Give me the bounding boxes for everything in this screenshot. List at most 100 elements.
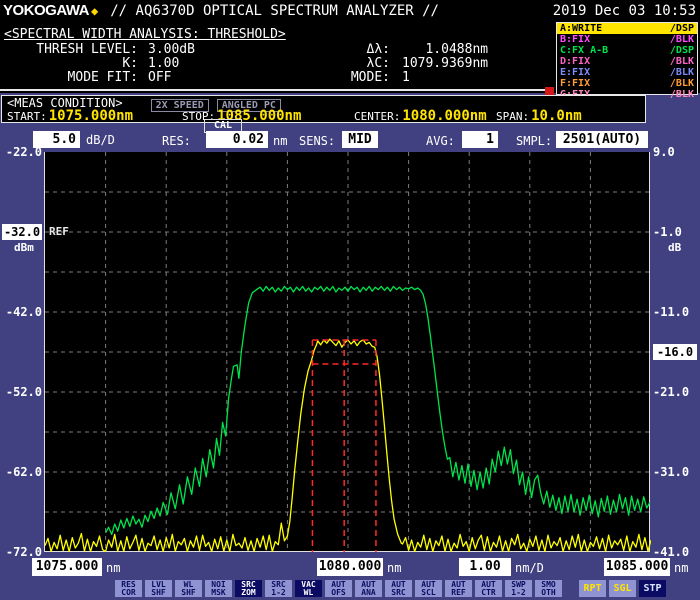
legend-mode-label: /BLK bbox=[670, 67, 694, 78]
spectrum-plot bbox=[44, 152, 650, 552]
legend-trace-label: F:FIX bbox=[560, 78, 590, 89]
analysis-row: MODE FIT:OFFMODE:1 bbox=[4, 71, 554, 84]
softkey-res-cor[interactable]: RESCOR bbox=[115, 580, 142, 597]
legend-item-c: C:FX A-B/DSP bbox=[557, 45, 697, 56]
center-wavelength: CENTER: 1080.000nm bbox=[354, 108, 487, 122]
y-axis-left-label: -32.0 bbox=[2, 224, 42, 240]
analysis-value: 1079.9369nm bbox=[390, 57, 488, 70]
legend-mode-label: /DSP bbox=[670, 23, 694, 34]
softkey-lvl-shf[interactable]: LVLSHF bbox=[145, 580, 172, 597]
span-label: SPAN: bbox=[496, 110, 529, 123]
yokogawa-diamond-icon: ◆ bbox=[91, 4, 98, 18]
legend-mode-label: /BLK bbox=[670, 56, 694, 67]
analysis-header: <SPECTRAL WIDTH ANALYSIS: THRESHOLD> bbox=[4, 27, 286, 42]
analysis-label: MODE FIT: bbox=[4, 71, 138, 84]
softkey-line2: SCL bbox=[421, 589, 435, 597]
scale-start-unit: nm bbox=[106, 561, 120, 575]
separator-line bbox=[0, 89, 545, 91]
y-axis-right-unit: dB bbox=[668, 242, 681, 254]
sweep-key-sgl[interactable]: SGL bbox=[609, 580, 636, 597]
title-bar: YOKOGAWA ◆ // AQ6370D OPTICAL SPECTRUM A… bbox=[0, 0, 700, 21]
smpl-value-box[interactable]: 2501(AUTO) bbox=[556, 131, 648, 148]
softkey-line2: REF bbox=[451, 589, 465, 597]
span-setting: SPAN: 10.0nm bbox=[496, 108, 582, 122]
y-axis-right-label: -11.0 bbox=[653, 304, 699, 320]
start-value: 1075.000nm bbox=[49, 108, 133, 124]
analysis-label: λC: bbox=[290, 57, 390, 70]
y-axis-right-label: -31.0 bbox=[653, 464, 699, 480]
softkey-line2: 1-2 bbox=[511, 589, 525, 597]
start-wavelength: START: 1075.000nm bbox=[7, 108, 133, 122]
legend-trace-label: A:WRITE bbox=[560, 23, 602, 34]
scale-center-box: 1080.000 bbox=[317, 558, 383, 576]
center-value: 1080.000nm bbox=[402, 108, 486, 124]
y-axis-left-label: -62.0 bbox=[2, 464, 42, 480]
softkey-aut-ofs[interactable]: AUTOFS bbox=[325, 580, 352, 597]
legend-mode-label: /BLK bbox=[670, 34, 694, 45]
instrument-title: // AQ6370D OPTICAL SPECTRUM ANALYZER // bbox=[110, 3, 439, 19]
softkey-swp-1-2[interactable]: SWP1-2 bbox=[505, 580, 532, 597]
legend-trace-label: E:FIX bbox=[560, 67, 590, 78]
y-axis-right-label: -16.0 bbox=[653, 344, 697, 360]
legend-mode-label: /BLK bbox=[670, 89, 694, 100]
y-axis-right-label: -1.0 bbox=[653, 224, 699, 240]
softkey-line2: ANA bbox=[361, 589, 375, 597]
sweep-key-stp[interactable]: STP bbox=[639, 580, 666, 597]
trace-c bbox=[106, 286, 650, 534]
analysis-value: 3.00dB bbox=[138, 43, 290, 56]
y-axis-left-label: -42.0 bbox=[2, 304, 42, 320]
sweep-key-rpt[interactable]: RPT bbox=[579, 580, 606, 597]
yokogawa-logo: YOKOGAWA bbox=[3, 2, 89, 19]
legend-mode-label: /BLK bbox=[670, 78, 694, 89]
scale-stop-unit: nm bbox=[674, 561, 688, 575]
analysis-value: 1.0488nm bbox=[390, 43, 488, 56]
legend-item-d: D:FIX/BLK bbox=[557, 56, 697, 67]
y-axis-left-label: -22.0 bbox=[2, 144, 42, 160]
legend-item-e: E:FIX/BLK bbox=[557, 67, 697, 78]
softkey-aut-src[interactable]: AUTSRC bbox=[385, 580, 412, 597]
softkey-smo-oth[interactable]: SMOOTH bbox=[535, 580, 562, 597]
legend-mode-label: /DSP bbox=[670, 45, 694, 56]
softkey-aut-ctr[interactable]: AUTCTR bbox=[475, 580, 502, 597]
y-axis-left-unit: dBm bbox=[14, 242, 34, 254]
y-axis-left-label: -52.0 bbox=[2, 384, 42, 400]
analysis-rows: THRESH LEVEL:3.00dBΔλ: 1.0488nmK:1.00λC:… bbox=[4, 43, 554, 84]
avg-value-box[interactable]: 1 bbox=[462, 131, 498, 148]
meas-condition-panel: <MEAS CONDITION> 2X SPEEDANGLED PC START… bbox=[1, 95, 646, 123]
legend-item-f: F:FIX/BLK bbox=[557, 78, 697, 89]
softkey-aut-ana[interactable]: AUTANA bbox=[355, 580, 382, 597]
span-value: 10.0nm bbox=[531, 108, 582, 124]
softkey-line2: MSK bbox=[211, 589, 225, 597]
analysis-label: MODE: bbox=[290, 71, 390, 84]
softkey-vac-wl[interactable]: VACWL bbox=[295, 580, 322, 597]
softkey-noi-msk[interactable]: NOIMSK bbox=[205, 580, 232, 597]
scale-center-unit: nm bbox=[387, 561, 401, 575]
analysis-label: THRESH LEVEL: bbox=[4, 43, 138, 56]
datetime: 2019 Dec 03 10:53 bbox=[553, 3, 696, 19]
legend-trace-label: B:FIX bbox=[560, 34, 590, 45]
analysis-row: THRESH LEVEL:3.00dBΔλ: 1.0488nm bbox=[4, 43, 554, 56]
sens-label: SENS: bbox=[299, 134, 335, 148]
softkey-line2: ZOM bbox=[241, 589, 255, 597]
softkey-src-zom[interactable]: SRCZOM bbox=[235, 580, 262, 597]
scale-perdiv-box: 1.00 bbox=[459, 558, 511, 576]
legend-item-b: B:FIX/BLK bbox=[557, 34, 697, 45]
analysis-label: Δλ: bbox=[290, 43, 390, 56]
softkey-toolbar: RESCORLVLSHFWLSHFNOIMSKSRCZOMSRC1-2VACWL… bbox=[115, 580, 666, 597]
res-label: RES: bbox=[162, 134, 191, 148]
softkey-wl-shf[interactable]: WLSHF bbox=[175, 580, 202, 597]
softkey-line2: SHF bbox=[181, 589, 195, 597]
scale-start-box: 1075.000 bbox=[32, 558, 102, 576]
softkey-line2: OFS bbox=[331, 589, 345, 597]
sens-value-box[interactable]: MID bbox=[342, 131, 378, 148]
ref-level-label: REF bbox=[49, 225, 69, 239]
y-axis-right-label: 9.0 bbox=[653, 144, 699, 160]
softkey-aut-ref[interactable]: AUTREF bbox=[445, 580, 472, 597]
softkey-line2: SRC bbox=[391, 589, 405, 597]
softkey-aut-scl[interactable]: AUTSCL bbox=[415, 580, 442, 597]
softkey-line2: COR bbox=[121, 589, 135, 597]
res-value-box[interactable]: 0.02 bbox=[206, 131, 268, 148]
softkey-src-1-2[interactable]: SRC1-2 bbox=[265, 580, 292, 597]
legend-item-a: A:WRITE/DSP bbox=[557, 23, 697, 34]
analysis-value: 1.00 bbox=[138, 57, 290, 70]
